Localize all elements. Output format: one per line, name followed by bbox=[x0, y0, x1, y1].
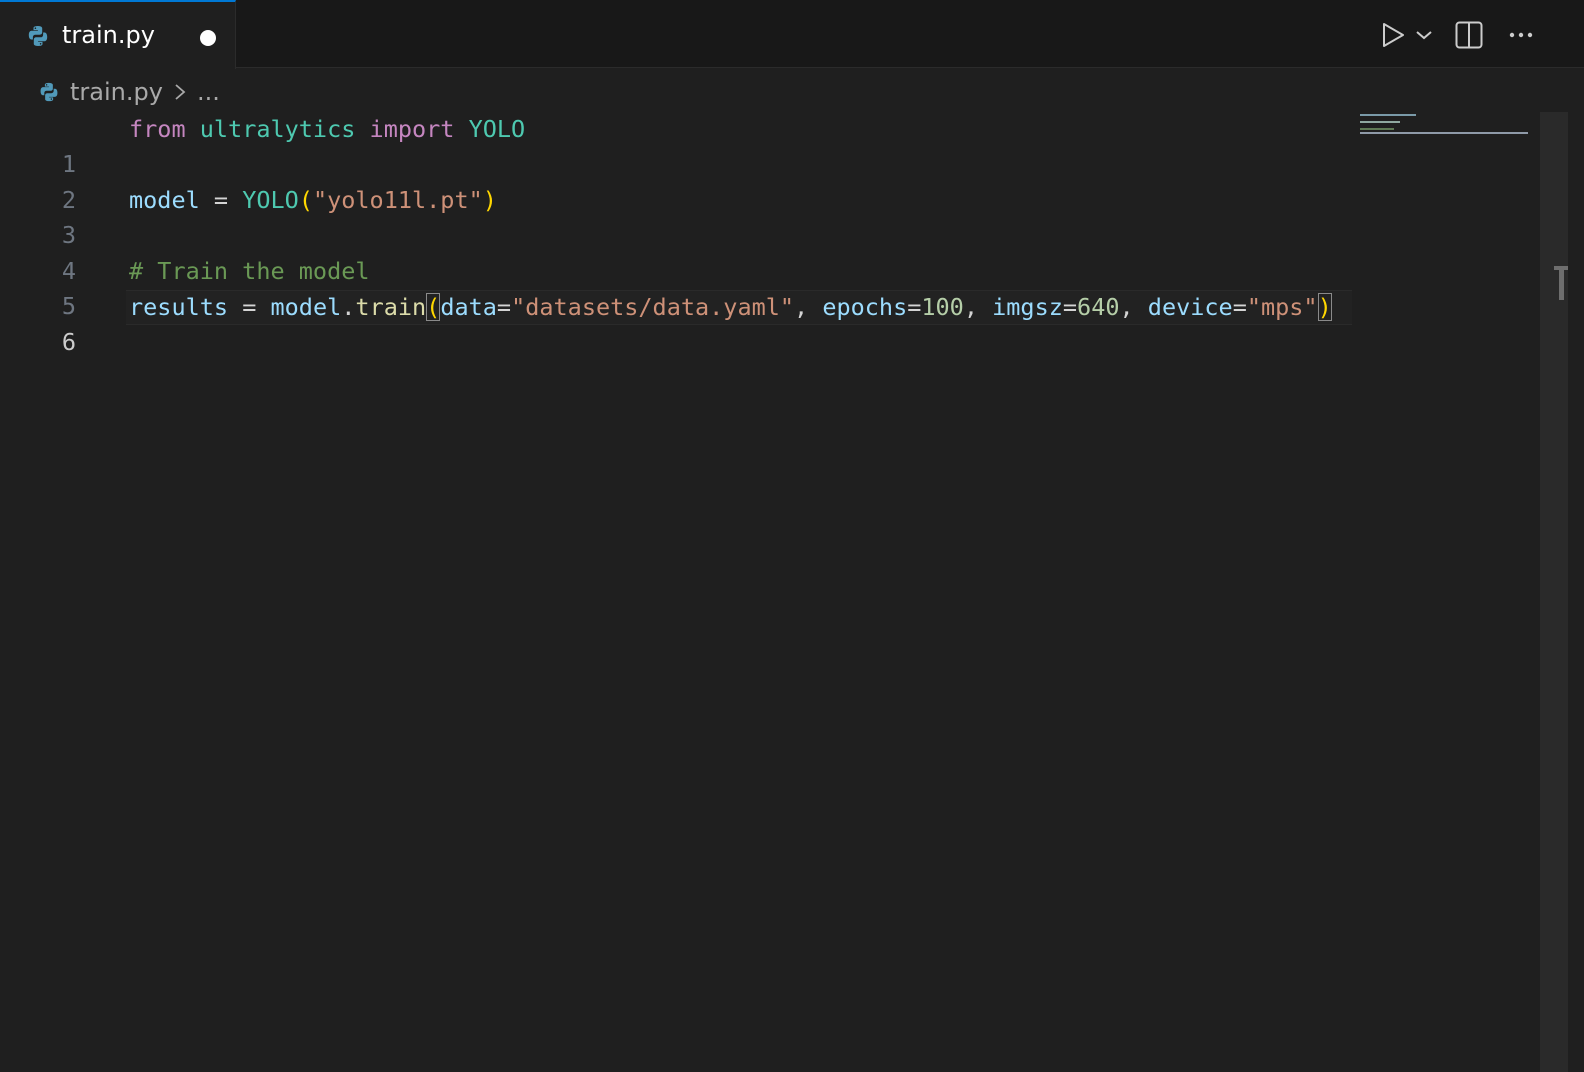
matched-bracket: ) bbox=[1317, 292, 1332, 321]
cursor-position-marker bbox=[1554, 266, 1568, 300]
more-actions-button[interactable] bbox=[1504, 18, 1538, 52]
line-number: 6 bbox=[61, 327, 76, 356]
run-dropdown-button[interactable] bbox=[1412, 18, 1436, 52]
code-token: , bbox=[963, 292, 993, 321]
matched-bracket: ( bbox=[426, 292, 441, 321]
code-token: model bbox=[129, 186, 200, 214]
code-token: = bbox=[213, 186, 229, 214]
code-token: . bbox=[341, 292, 356, 321]
code-token: , bbox=[794, 292, 823, 321]
run-button[interactable] bbox=[1376, 18, 1410, 52]
code-token: ) bbox=[482, 186, 497, 214]
code-token: 640 bbox=[1077, 292, 1120, 321]
code-token: train bbox=[355, 292, 427, 321]
code-token: "yolo11l.pt" bbox=[312, 186, 483, 214]
chevron-right-icon bbox=[175, 84, 186, 100]
minimap-line bbox=[1360, 128, 1394, 130]
code-line[interactable]: 2 bbox=[0, 148, 1360, 214]
code-line-current[interactable]: 6 results = model.train(data="datasets/d… bbox=[0, 289, 1360, 356]
code-token: = bbox=[496, 292, 512, 321]
code-line[interactable]: 5 # Train the model bbox=[0, 254, 1360, 320]
tab-train-py[interactable]: train.py bbox=[0, 0, 236, 69]
tab-label: train.py bbox=[62, 21, 155, 49]
minimap[interactable] bbox=[1360, 112, 1536, 152]
minimap-line bbox=[1360, 121, 1400, 123]
python-icon bbox=[40, 82, 58, 102]
code-line[interactable]: 1 from ultralytics import YOLO bbox=[0, 112, 1360, 178]
python-icon bbox=[28, 26, 48, 46]
code-token: device bbox=[1147, 292, 1233, 321]
code-token: YOLO bbox=[242, 186, 299, 214]
code-line[interactable]: 4 bbox=[0, 219, 1360, 285]
code-token: results bbox=[129, 292, 229, 321]
code-editor[interactable]: 1 from ultralytics import YOLO 2 3 model… bbox=[0, 112, 1540, 1072]
code-token: from bbox=[129, 115, 186, 143]
chevron-down-icon bbox=[1416, 31, 1432, 40]
code-token: = bbox=[1062, 292, 1078, 321]
code-token: data bbox=[440, 292, 497, 321]
unsaved-indicator[interactable] bbox=[200, 30, 216, 46]
code-token: imgsz bbox=[992, 292, 1063, 321]
code-token: "mps" bbox=[1246, 292, 1318, 321]
code-token: ultralytics bbox=[199, 115, 356, 143]
minimap-line bbox=[1360, 114, 1416, 116]
split-editor-button[interactable] bbox=[1452, 18, 1486, 52]
code-token: , bbox=[1119, 292, 1148, 321]
editor-window: train.py train.py ... 1 from ultralytics… bbox=[0, 0, 1584, 1072]
code-token: = bbox=[1232, 292, 1247, 321]
breadcrumb-file[interactable]: train.py bbox=[70, 78, 163, 106]
split-editor-icon bbox=[1455, 21, 1483, 49]
code-token: YOLO bbox=[468, 115, 526, 143]
code-token: "datasets/data.yaml" bbox=[511, 292, 795, 321]
code-token: 100 bbox=[921, 292, 964, 321]
breadcrumb-symbol[interactable]: ... bbox=[197, 78, 220, 106]
tab-bar: train.py bbox=[0, 0, 1584, 69]
minimap-line bbox=[1360, 131, 1528, 134]
code-token: epochs bbox=[822, 292, 908, 321]
code-comment: # Train the model bbox=[129, 257, 370, 285]
code-token: = bbox=[242, 292, 257, 321]
play-icon bbox=[1383, 23, 1404, 47]
code-token: ( bbox=[298, 186, 313, 214]
code-line[interactable]: 3 model = YOLO("yolo11l.pt") bbox=[0, 183, 1360, 249]
code-token: import bbox=[369, 115, 455, 143]
more-actions-icon bbox=[1509, 32, 1533, 38]
vertical-scrollbar[interactable] bbox=[1540, 112, 1568, 1072]
code-token: = bbox=[907, 292, 922, 321]
code-token: model bbox=[270, 292, 342, 321]
breadcrumb: train.py ... bbox=[38, 74, 220, 110]
